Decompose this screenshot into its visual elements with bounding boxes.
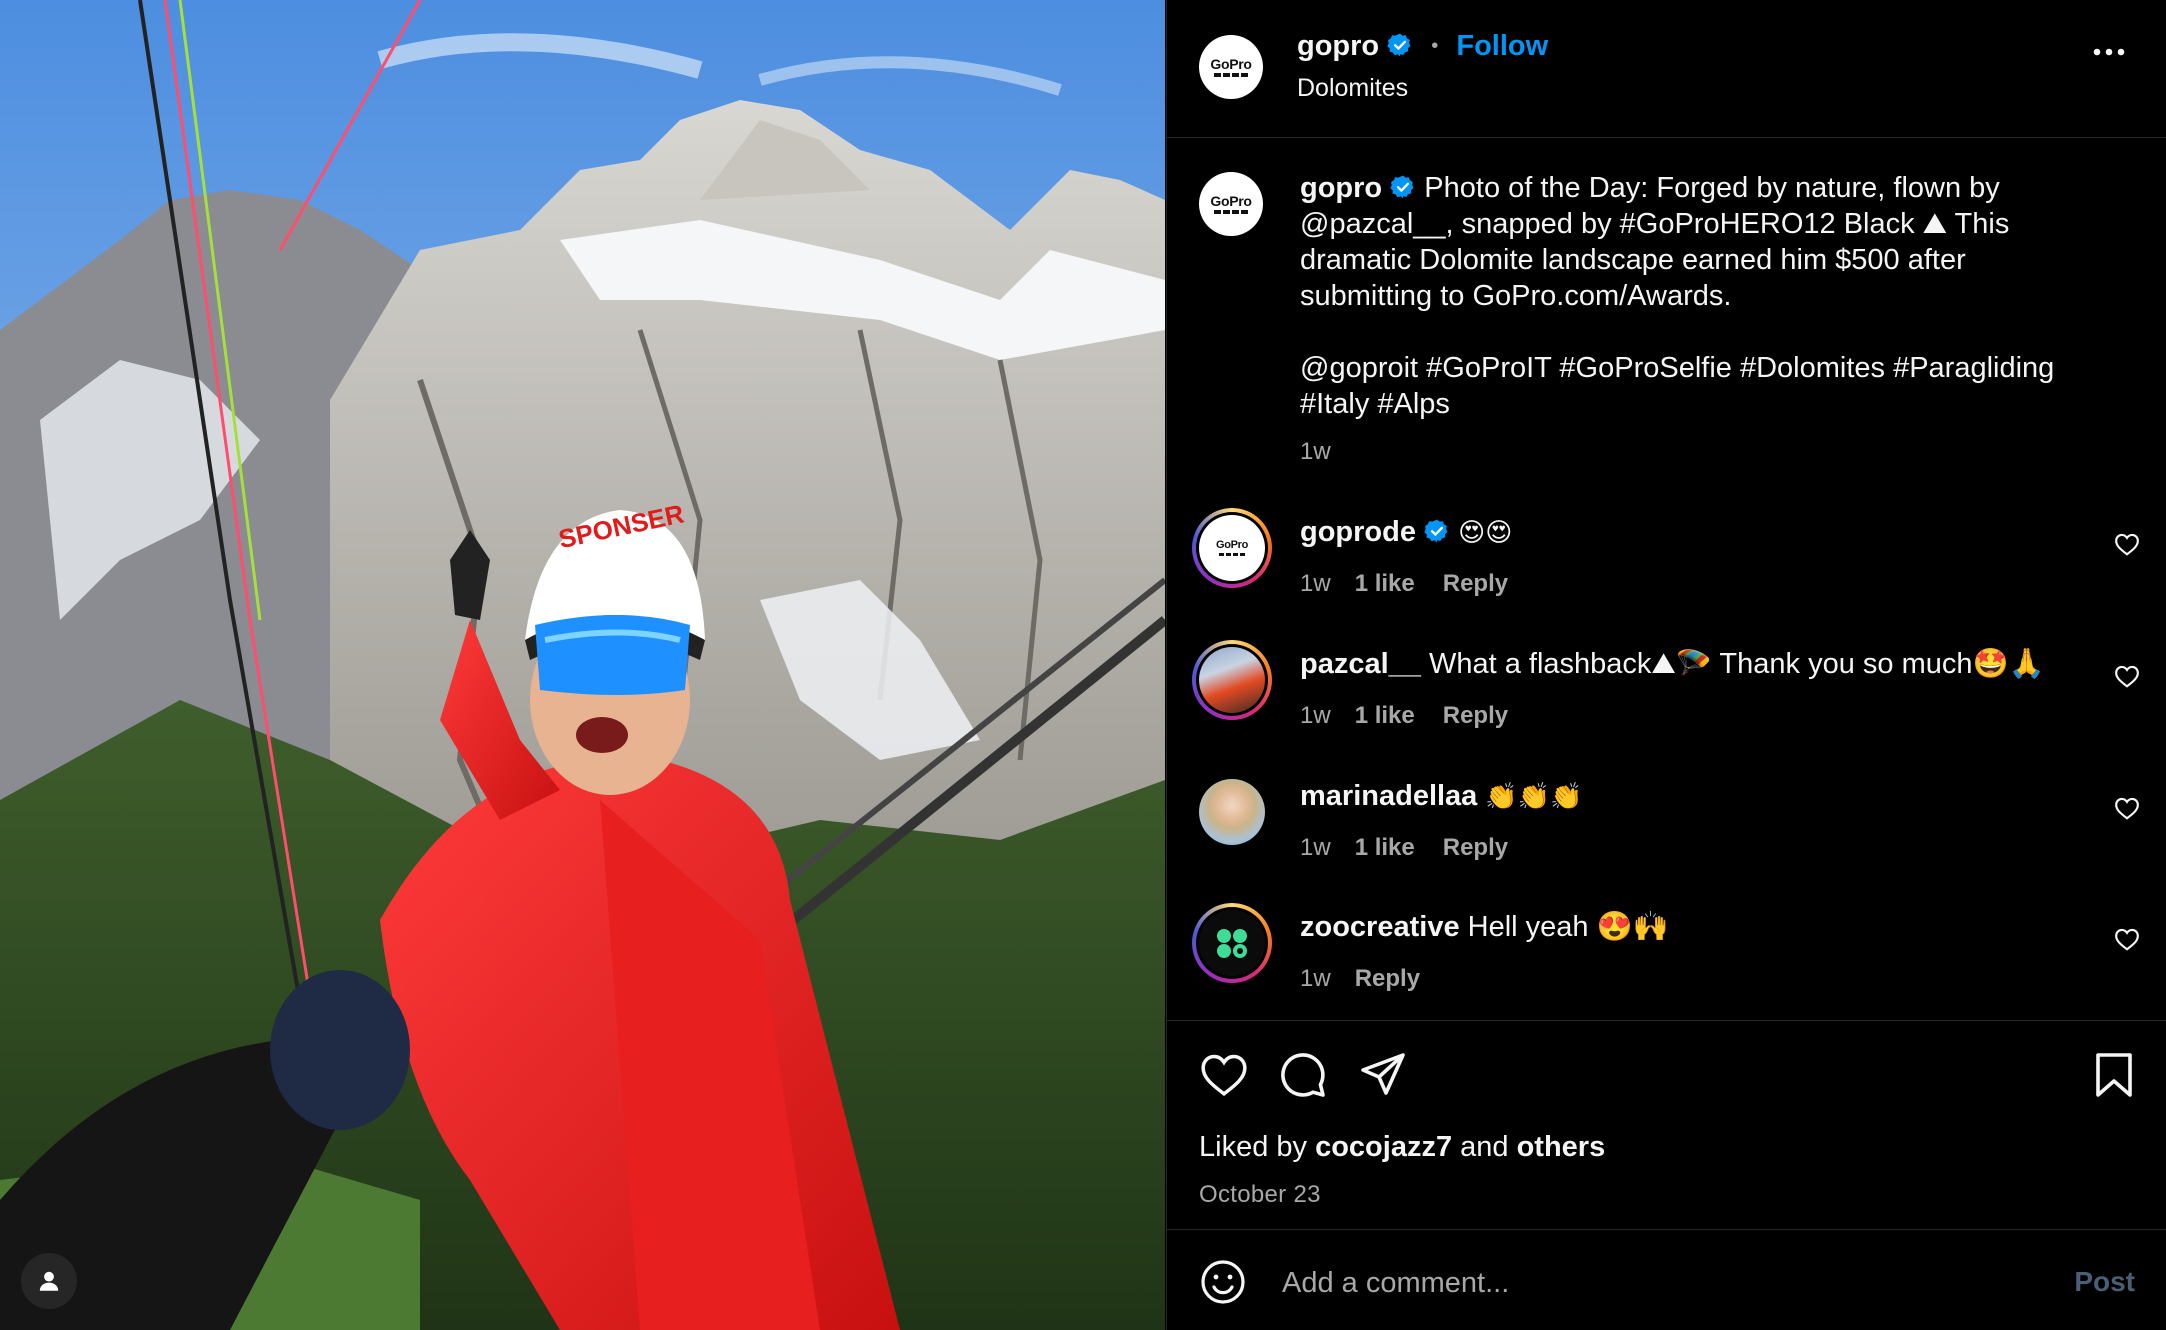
post-comment-button[interactable]: Post [2074,1266,2135,1298]
post-modal: SPONSER GoPro gopro • Follow Dolomites G… [0,0,2166,1330]
comment-likes[interactable]: 1 like [1355,570,1415,597]
verified-icon [1390,175,1414,199]
reply-button[interactable]: Reply [1355,965,1420,992]
comment-likes[interactable]: 1 like [1355,702,1415,729]
heart-icon[interactable] [2114,927,2140,951]
user-tag-icon [39,1271,59,1291]
heart-icon[interactable] [2114,664,2140,688]
comment-item: zoocreative Hell yeah 😍🙌 1w Reply [1167,903,2166,1013]
heart-icon[interactable] [1199,1051,1249,1097]
caption-hashtags[interactable]: #Italy #Alps [1300,386,2130,422]
paraglider-photo: SPONSER [0,0,1165,1330]
gopro-logo: GoPro [1210,193,1252,214]
caption-hashtags[interactable]: @goproit #GoProIT #GoProSelfie #Dolomite… [1300,350,2130,386]
comment-username[interactable]: pazcal__ [1300,648,1421,680]
comment-item: marinadellaa 👏👏👏 1w 1 like Reply [1167,772,2166,882]
author-username[interactable]: gopro [1297,30,1379,62]
post-date: October 23 [1199,1181,1321,1208]
comment-text: What a flashback⛰🪂 Thank you so much🤩🙏 [1428,648,2045,680]
logo-text: GoPro [1215,539,1249,551]
liked-by: Liked by cocojazz7 and others [1199,1131,1605,1164]
liked-by-user[interactable]: cocojazz7 [1315,1131,1452,1163]
comment-icon[interactable] [1279,1051,1327,1099]
post-caption: gopro Photo of the Day: Forged by nature… [1300,170,2130,470]
caption-line: Photo of the Day: Forged by nature, flow… [1424,172,2000,204]
comment-username[interactable]: zoocreative [1300,911,1460,943]
photo-red-jacket [1199,647,1265,713]
separator-dot: • [1431,35,1439,57]
comment-text: 👏👏👏 [1485,782,1583,812]
comment-time: 1w [1300,965,1331,992]
commenter-avatar[interactable] [1192,903,1272,983]
comment-text: 😍😍 [1458,518,1513,548]
commenter-avatar[interactable] [1192,640,1272,720]
commenter-avatar[interactable]: GoPro [1192,508,1272,588]
comment-composer: Post [1167,1229,2166,1330]
reply-button[interactable]: Reply [1443,702,1508,729]
logo-text: GoPro [1210,56,1252,72]
liked-by-and: and [1460,1131,1509,1163]
commenter-avatar[interactable] [1199,779,1265,845]
reply-button[interactable]: Reply [1443,834,1508,861]
gopro-logo: GoPro [1199,515,1265,581]
comment-username[interactable]: marinadellaa [1300,780,1477,812]
post-location[interactable]: Dolomites [1297,74,1408,103]
comment-text: Hell yeah 😍🙌 [1467,911,1669,943]
comment-time: 1w [1300,702,1331,729]
caption-line: @pazcal__, snapped by #GoProHERO12 Black… [1300,208,2010,240]
caption-time: 1w [1300,438,1331,465]
comment-time: 1w [1300,570,1331,597]
zoo-logo [1199,910,1265,976]
user-tag-button[interactable] [21,1253,77,1309]
comment-likes[interactable]: 1 like [1355,834,1415,861]
more-icon[interactable] [2093,48,2125,56]
reply-button[interactable]: Reply [1443,570,1508,597]
verified-icon [1387,33,1411,57]
liked-by-prefix: Liked by [1199,1131,1308,1163]
post-actions: Liked by cocojazz7 and others October 23 [1167,1020,2166,1230]
comment-item: GoPro goprode 😍😍 1w 1 like Reply [1167,508,2166,618]
caption-line: dramatic Dolomite landscape earned him $… [1300,244,1966,276]
caption-username[interactable]: gopro [1300,172,1382,204]
gopro-logo: GoPro [1210,56,1252,77]
author-avatar[interactable]: GoPro [1199,35,1263,99]
comment-username[interactable]: goprode [1300,516,1416,548]
heart-icon[interactable] [2114,796,2140,820]
comment-time: 1w [1300,834,1331,861]
caption-avatar[interactable]: GoPro [1199,172,1263,236]
emoji-icon[interactable] [1199,1258,1247,1306]
post-header: GoPro gopro • Follow Dolomites [1167,0,2166,138]
heart-icon[interactable] [2114,532,2140,556]
verified-icon [1424,519,1448,543]
caption-line: submitting to GoPro.com/Awards. [1300,280,1732,312]
liked-by-others[interactable]: others [1517,1131,1606,1163]
author-line: gopro • Follow [1297,30,1548,63]
share-icon[interactable] [1359,1051,1407,1097]
post-side-panel: GoPro gopro • Follow Dolomites GoPro gop… [1166,0,2166,1330]
comment-item: pazcal__ What a flashback⛰🪂 Thank you so… [1167,640,2166,750]
bookmark-icon[interactable] [2093,1051,2135,1099]
logo-text: GoPro [1210,193,1252,209]
follow-button[interactable]: Follow [1456,30,1548,62]
comment-input[interactable] [1280,1258,1984,1308]
post-photo[interactable]: SPONSER [0,0,1165,1330]
